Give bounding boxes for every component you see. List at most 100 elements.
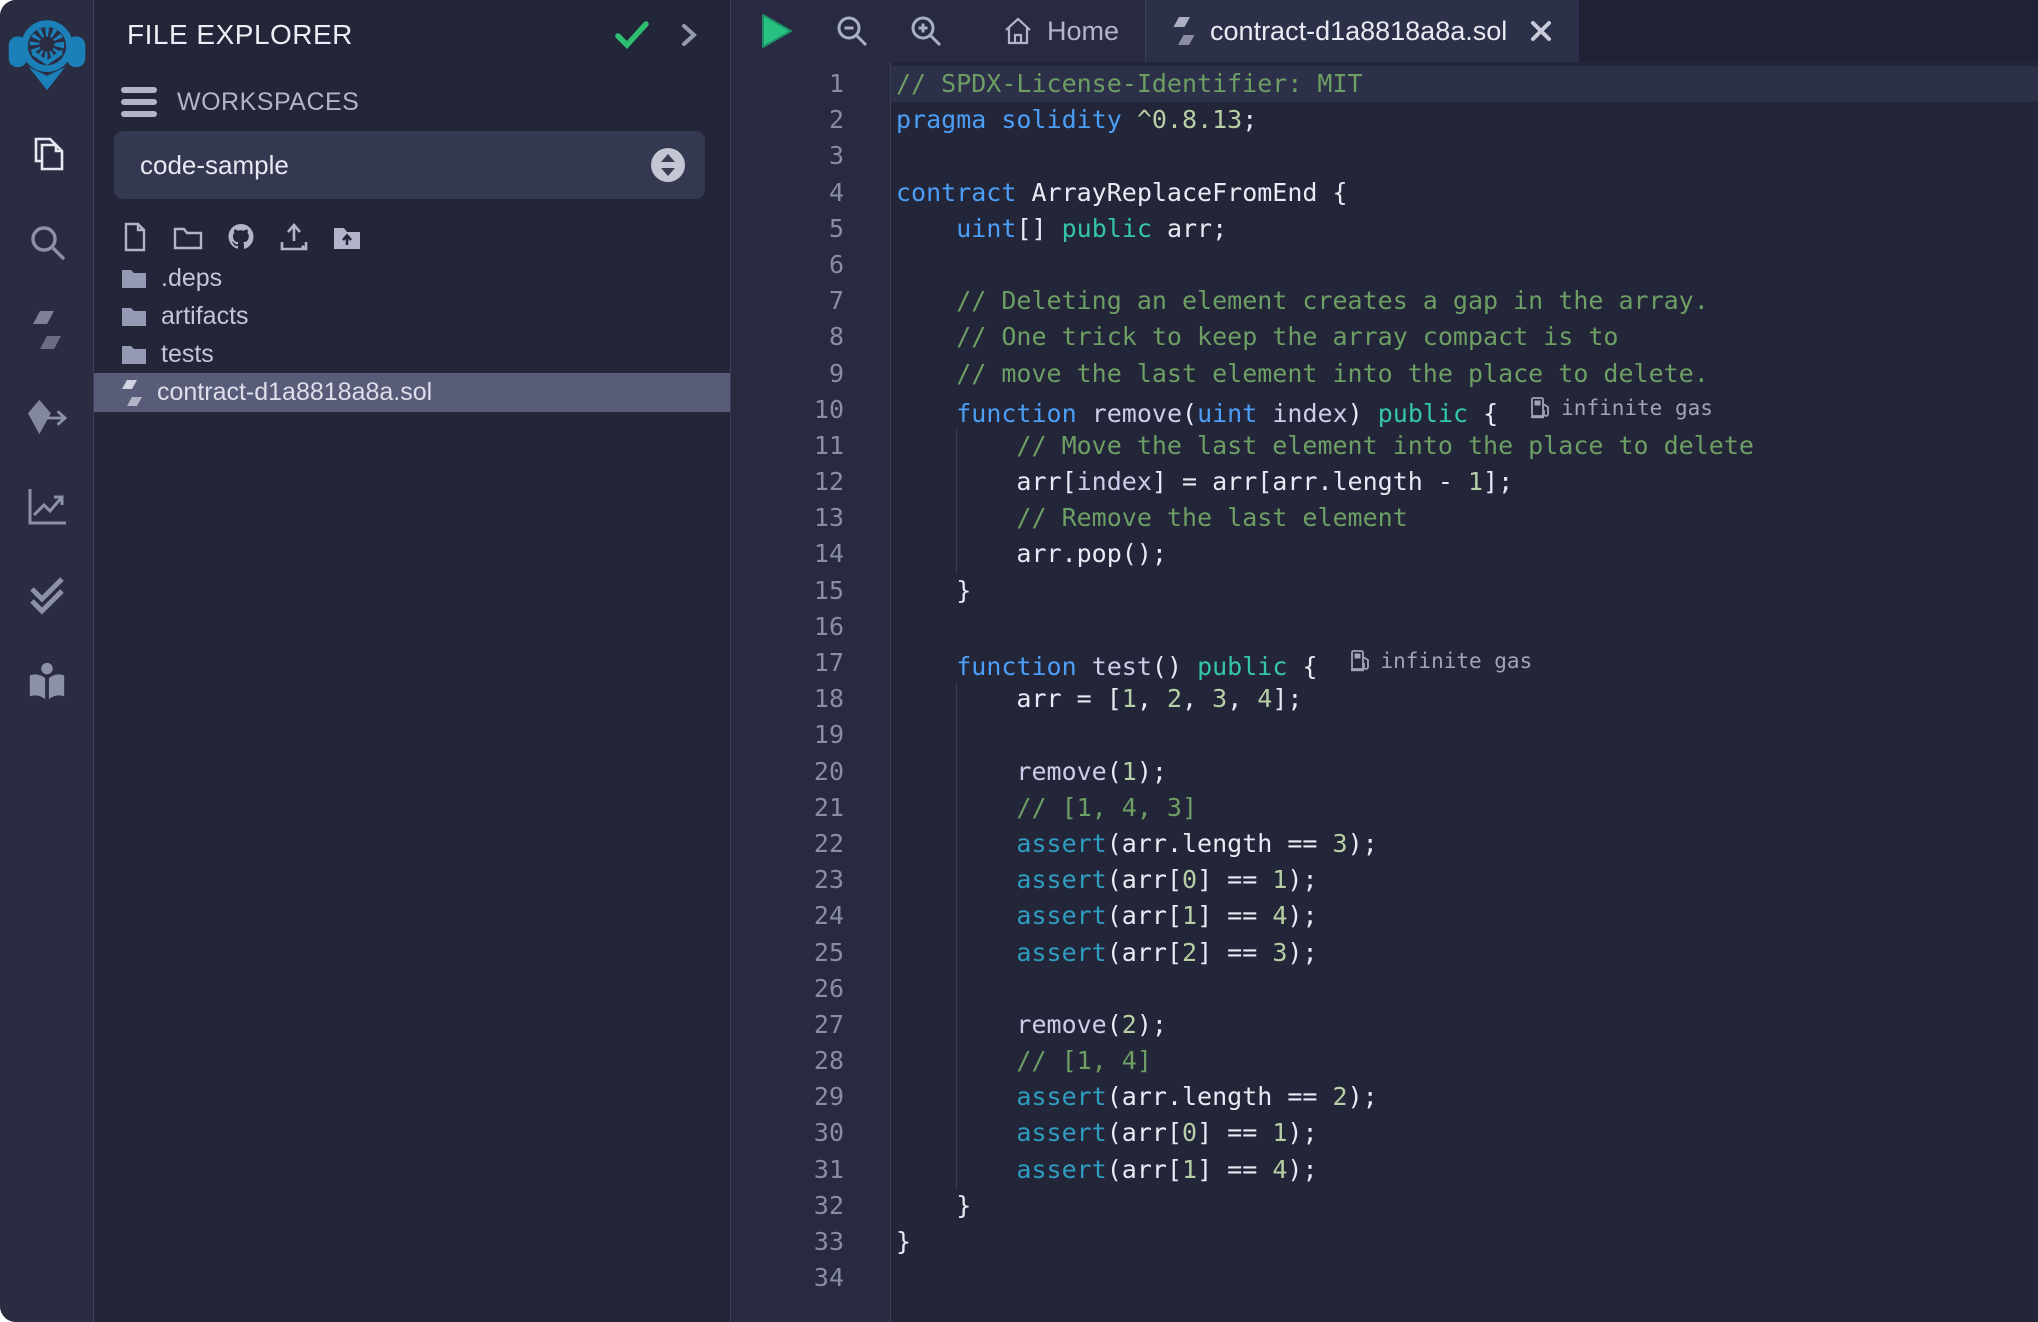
zoom-in-icon[interactable] <box>909 14 943 48</box>
code-line-31[interactable]: assert(arr[1] == 4); <box>891 1152 2038 1188</box>
close-tab-icon[interactable] <box>1529 19 1553 43</box>
code-token: 1 <box>1122 684 1137 713</box>
code-token: ); <box>1137 1010 1167 1039</box>
run-script-icon[interactable] <box>759 12 795 50</box>
solidity-unit-testing-icon[interactable] <box>0 550 94 638</box>
code-line-21[interactable]: // [1, 4, 3] <box>891 790 2038 826</box>
code-token: function <box>956 399 1076 428</box>
tab-home-label: Home <box>1047 16 1119 47</box>
code-line-18[interactable]: arr = [1, 2, 3, 4]; <box>891 681 2038 717</box>
folder-row-deps[interactable]: .deps <box>94 259 730 297</box>
workspace-ok-icon[interactable] <box>614 19 650 51</box>
line-number: 24 <box>731 898 844 934</box>
code-line-1[interactable]: // SPDX-License-Identifier: MIT <box>891 66 2038 102</box>
code-line-24[interactable]: assert(arr[1] == 4); <box>891 898 2038 934</box>
solidity-compiler-icon[interactable] <box>0 286 94 374</box>
code-line-13[interactable]: // Remove the last element <box>891 500 2038 536</box>
learneth-icon[interactable] <box>0 638 94 726</box>
code-token: (arr.length == <box>1107 1082 1333 1111</box>
line-number: 33 <box>731 1224 844 1260</box>
line-number: 23 <box>731 862 844 898</box>
solidity-analysis-icon[interactable] <box>0 462 94 550</box>
code-token: (arr[ <box>1107 938 1182 967</box>
search-icon[interactable] <box>0 198 94 286</box>
folder-row-artifacts[interactable]: artifacts <box>94 297 730 335</box>
code-line-30[interactable]: assert(arr[0] == 1); <box>891 1115 2038 1151</box>
code-token: (arr.length == <box>1107 829 1333 858</box>
workspaces-label: WORKSPACES <box>177 88 359 117</box>
code-line-19[interactable] <box>891 717 2038 753</box>
solidity-file-icon <box>1172 16 1196 46</box>
code-content[interactable]: // SPDX-License-Identifier: MITpragma so… <box>891 62 2038 1322</box>
code-token: index <box>1272 399 1347 428</box>
code-line-12[interactable]: arr[index] = arr[arr.length - 1]; <box>891 464 2038 500</box>
code-token: ( <box>1107 757 1122 786</box>
tab-contract-file[interactable]: contract-d1a8818a8a.sol <box>1145 0 1579 62</box>
code-line-27[interactable]: remove(2); <box>891 1007 2038 1043</box>
code-line-22[interactable]: assert(arr.length == 3); <box>891 826 2038 862</box>
line-number: 29 <box>731 1079 844 1115</box>
code-token: 0 <box>1182 1118 1197 1147</box>
code-token <box>896 399 956 428</box>
gas-estimate-badge: infinite gas <box>1530 390 1713 426</box>
create-folder-icon[interactable] <box>173 222 203 252</box>
code-line-4[interactable]: contract ArrayReplaceFromEnd { <box>891 175 2038 211</box>
code-line-8[interactable]: // One trick to keep the array compact i… <box>891 319 2038 355</box>
code-token: ); <box>1137 757 1167 786</box>
code-line-16[interactable] <box>891 609 2038 645</box>
code-token: uint <box>1197 399 1257 428</box>
code-token <box>1257 399 1272 428</box>
code-token: contract <box>896 178 1016 207</box>
code-token: 4 <box>1272 901 1287 930</box>
code-token: arr[ <box>896 467 1077 496</box>
tab-home[interactable]: Home <box>977 0 1145 62</box>
code-line-26[interactable] <box>891 971 2038 1007</box>
code-line-11[interactable]: // Move the last element into the place … <box>891 428 2038 464</box>
create-file-icon[interactable] <box>120 222 150 252</box>
chevron-right-icon[interactable] <box>678 22 700 48</box>
clone-git-repository-icon[interactable] <box>226 222 256 252</box>
code-line-3[interactable] <box>891 138 2038 174</box>
line-number: 20 <box>731 754 844 790</box>
code-line-28[interactable]: // [1, 4] <box>891 1043 2038 1079</box>
code-token: 1 <box>1182 901 1197 930</box>
upload-file-icon[interactable] <box>279 222 309 252</box>
code-token: , <box>1227 684 1257 713</box>
code-line-25[interactable]: assert(arr[2] == 3); <box>891 935 2038 971</box>
remix-logo-icon[interactable] <box>6 4 88 92</box>
deploy-and-run-icon[interactable] <box>0 374 94 462</box>
code-line-2[interactable]: pragma solidity ^0.8.13; <box>891 102 2038 138</box>
code-line-15[interactable]: } <box>891 573 2038 609</box>
code-line-17[interactable]: function test() public {infinite gas <box>891 645 2038 681</box>
line-number: 16 <box>731 609 844 645</box>
code-line-6[interactable] <box>891 247 2038 283</box>
line-number: 17 <box>731 645 844 681</box>
code-token <box>1077 399 1092 428</box>
code-line-14[interactable]: arr.pop(); <box>891 536 2038 572</box>
code-line-10[interactable]: function remove(uint index) public {infi… <box>891 392 2038 428</box>
zoom-out-icon[interactable] <box>835 14 869 48</box>
code-token: test <box>1092 652 1152 681</box>
code-token: public <box>1378 399 1468 428</box>
code-line-23[interactable]: assert(arr[0] == 1); <box>891 862 2038 898</box>
code-line-9[interactable]: // move the last element into the place … <box>891 356 2038 392</box>
file-tree: .depsartifactstestscontract-d1a8818a8a.s… <box>94 259 730 412</box>
file-row-contract[interactable]: contract-d1a8818a8a.sol <box>94 373 730 412</box>
code-line-20[interactable]: remove(1); <box>891 754 2038 790</box>
code-line-5[interactable]: uint[] public arr; <box>891 211 2038 247</box>
workspace-select[interactable]: code-sample <box>114 131 705 199</box>
workspaces-menu-icon[interactable] <box>121 87 157 117</box>
editor-toolbar <box>731 0 977 62</box>
code-line-32[interactable]: } <box>891 1188 2038 1224</box>
folder-row-tests[interactable]: tests <box>94 335 730 373</box>
code-line-34[interactable] <box>891 1260 2038 1296</box>
code-token: 1 <box>1182 1155 1197 1184</box>
line-number: 11 <box>731 428 844 464</box>
line-number-gutter: 1234567891011121314151617181920212223242… <box>731 62 891 1322</box>
upload-folder-icon[interactable] <box>332 222 362 252</box>
code-line-29[interactable]: assert(arr.length == 2); <box>891 1079 2038 1115</box>
file-explorer-panel: FILE EXPLORER WORKSPACES code-sample <box>94 0 731 1322</box>
code-line-33[interactable]: } <box>891 1224 2038 1260</box>
file-explorer-icon[interactable] <box>0 110 94 198</box>
code-line-7[interactable]: // Deleting an element creates a gap in … <box>891 283 2038 319</box>
